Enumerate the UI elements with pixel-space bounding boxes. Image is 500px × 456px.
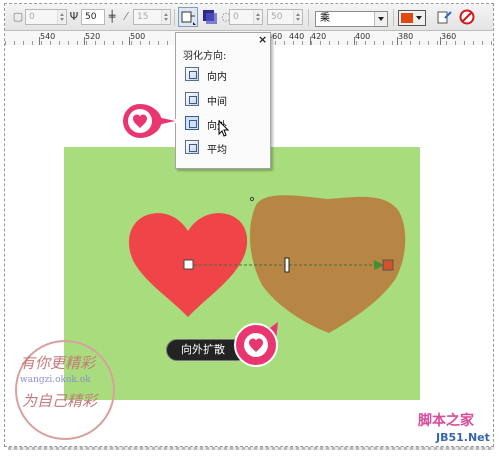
feather-option-middle[interactable]: 中间 <box>185 91 245 109</box>
pointer-pin-top <box>120 101 181 141</box>
center-marker <box>249 196 255 202</box>
watermark-text: 为自己精彩 <box>22 392 98 410</box>
option-label: 中间 <box>207 97 227 108</box>
pointer-pin-bottom <box>234 322 278 367</box>
watermark-text: 有你更精彩 <box>20 354 96 372</box>
feather-direction-popup: × 羽化方向: 向内 中间 向外 平均 <box>175 32 271 169</box>
feather-option-average[interactable]: 平均 <box>185 139 245 157</box>
site-logo: 脚本之家 <box>418 413 474 429</box>
feather-inside-icon <box>185 67 199 81</box>
option-label: 平均 <box>207 145 227 156</box>
feather-average-icon <box>185 140 199 154</box>
feather-middle-icon <box>185 92 199 106</box>
shadow-start-handle[interactable] <box>183 259 194 270</box>
feather-option-outside[interactable]: 向外 <box>185 115 245 133</box>
shadow-end-handle[interactable] <box>382 259 394 271</box>
popup-title: 羽化方向: <box>183 51 227 62</box>
shadow-opacity-slider[interactable] <box>284 257 290 273</box>
close-icon[interactable]: × <box>258 33 267 46</box>
feather-option-inside[interactable]: 向内 <box>185 66 245 84</box>
feather-outside-icon <box>185 116 199 130</box>
mouse-cursor-icon <box>218 120 230 137</box>
option-label: 向内 <box>207 72 227 83</box>
watermark-text: wangzi.okok.ok <box>20 375 91 385</box>
site-url: JB51.Net <box>436 431 490 444</box>
